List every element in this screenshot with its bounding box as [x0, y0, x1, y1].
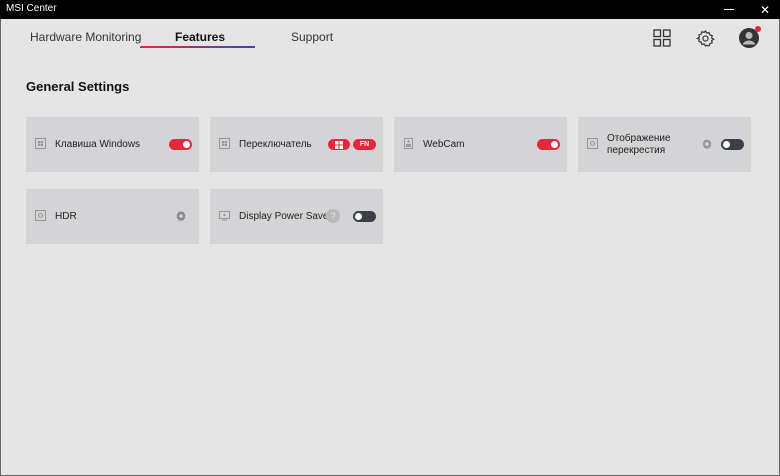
windows-key-icon [35, 138, 46, 149]
card-label: Display Power Saver [239, 210, 332, 222]
minimize-button[interactable] [714, 0, 744, 19]
crosshair-settings-gear-icon[interactable] [701, 138, 713, 150]
crosshair-toggle[interactable] [721, 139, 744, 150]
display-power-saver-toggle[interactable] [353, 211, 376, 222]
card-label: WebCam [423, 138, 465, 150]
card-label: Переключатель [239, 138, 312, 150]
tab-hardware-monitoring[interactable]: Hardware Monitoring [30, 30, 141, 44]
close-button[interactable]: ✕ [750, 0, 780, 19]
display-icon [219, 211, 230, 221]
windows-key-pill[interactable] [328, 139, 350, 150]
notification-dot [755, 26, 761, 32]
active-tab-underline [140, 46, 255, 48]
card-hdr: HDR [26, 189, 199, 244]
grid-icon[interactable] [652, 28, 672, 48]
card-label: HDR [55, 210, 77, 222]
card-webcam: WebCam [394, 117, 567, 172]
card-crosshair: Отображение перекрестия [578, 117, 751, 172]
card-switch: Переключатель FN [210, 117, 383, 172]
hdr-settings-gear-icon[interactable] [175, 210, 187, 222]
tab-support[interactable]: Support [291, 30, 333, 44]
card-windows-key: Клавиша Windows [26, 117, 199, 172]
minimize-icon [724, 9, 734, 10]
window-title: MSI Center [6, 3, 57, 14]
card-label: Клавиша Windows [55, 138, 141, 150]
windows-key-toggle[interactable] [169, 139, 192, 150]
card-display-power-saver: Display Power Saver ? [210, 189, 383, 244]
gear-icon[interactable] [695, 28, 715, 48]
card-label: Отображение перекрестия [607, 132, 671, 156]
avatar[interactable] [738, 26, 761, 49]
webcam-toggle[interactable] [537, 139, 560, 150]
title-bar: MSI Center ✕ [0, 0, 780, 19]
hdr-icon [35, 210, 46, 221]
windows-key-icon [219, 138, 230, 149]
help-button[interactable]: ? [326, 209, 340, 223]
webcam-icon [404, 138, 413, 149]
tab-features[interactable]: Features [175, 30, 225, 44]
section-title: General Settings [26, 79, 130, 94]
crosshair-icon [587, 138, 598, 149]
windows-logo-icon [335, 140, 343, 149]
app-window: Hardware Monitoring Features Support Gen… [0, 19, 780, 476]
fn-key-pill[interactable]: FN [353, 139, 376, 150]
